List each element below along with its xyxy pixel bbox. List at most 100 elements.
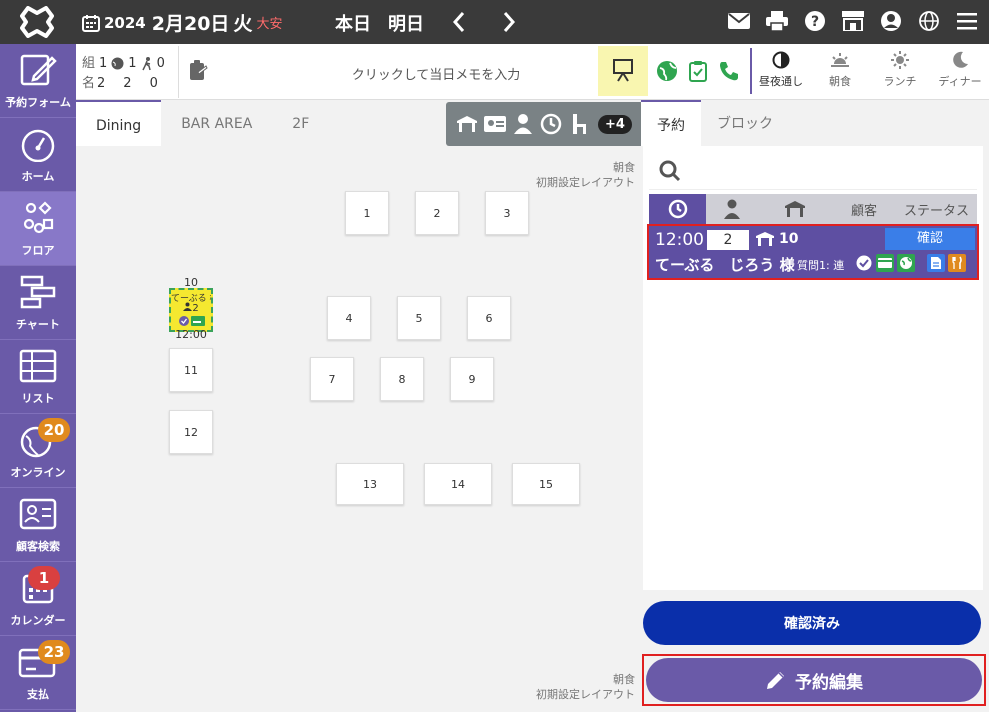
- table-10-reserved[interactable]: てーぶる 様 2: [169, 288, 213, 332]
- sidebar-item-customer-search[interactable]: 顧客検索: [0, 488, 76, 562]
- table-6[interactable]: 6: [467, 296, 511, 340]
- column-headers: 顧客 ステータス: [649, 194, 977, 224]
- sidebar-item-chart[interactable]: チャート: [0, 266, 76, 340]
- tab-breakfast[interactable]: 朝食: [810, 48, 870, 94]
- print-icon[interactable]: [765, 8, 789, 34]
- chevron-left-icon[interactable]: [450, 10, 468, 34]
- confirmed-button[interactable]: 確認済み: [643, 601, 981, 645]
- help-icon[interactable]: ?: [803, 8, 827, 34]
- sidebar-item-label: チャート: [16, 318, 60, 331]
- edit-reservation-button[interactable]: 予約編集: [646, 658, 982, 702]
- sidebar-item-label: 支払: [27, 688, 49, 701]
- reservation-list: 顧客 ステータス 12:00 2 10 確認 てーぶる じろう 様 質問1: 連: [643, 146, 983, 590]
- tab-dinner[interactable]: ディナー: [930, 48, 989, 94]
- display-filter-bar[interactable]: +4: [446, 102, 644, 146]
- tomorrow-button[interactable]: 明日: [388, 10, 424, 36]
- globe-icon[interactable]: [917, 8, 941, 34]
- clock-icon[interactable]: [540, 113, 562, 135]
- online-globe-icon[interactable]: [656, 60, 678, 82]
- svg-text:?: ?: [811, 14, 819, 30]
- channel-icons: [656, 60, 740, 82]
- header-actions: ?: [727, 8, 979, 34]
- status-header[interactable]: ステータス: [896, 194, 977, 224]
- reservation-time: 12:00: [655, 230, 704, 250]
- clipboard-icon[interactable]: [688, 60, 708, 82]
- table-13[interactable]: 13: [336, 463, 404, 505]
- reserved-party: 2: [171, 302, 211, 314]
- sort-party-header[interactable]: [706, 194, 758, 224]
- person-icon: [724, 199, 740, 219]
- groups-walkin: 0: [156, 56, 165, 71]
- table-2[interactable]: 2: [415, 191, 459, 235]
- sunrise-icon: [831, 53, 849, 67]
- tab-dining[interactable]: Dining: [76, 100, 162, 146]
- reserved-party-count: 2: [192, 303, 199, 314]
- sidebar-item-home[interactable]: ホーム: [0, 118, 76, 192]
- meal-tab-label: ディナー: [938, 75, 982, 88]
- mail-icon[interactable]: [727, 8, 751, 34]
- tab-reservations[interactable]: 予約: [641, 100, 701, 146]
- table-7[interactable]: 7: [310, 357, 354, 401]
- daily-memo-input[interactable]: クリックして当日メモを入力: [276, 64, 596, 83]
- sidebar-item-reservation-form[interactable]: 予約フォーム: [0, 44, 76, 118]
- table-5[interactable]: 5: [397, 296, 441, 340]
- table-icon[interactable]: [456, 113, 478, 135]
- presentation-toggle[interactable]: [598, 46, 648, 96]
- tab-block[interactable]: ブロック: [701, 100, 789, 146]
- id-card-icon[interactable]: [484, 113, 506, 135]
- status-badge[interactable]: 確認: [885, 228, 975, 250]
- layout-meal: 朝食: [613, 161, 635, 174]
- floor-map: Dining BAR AREA 2F +4 朝食 初期設定レイアウト 朝食 初期…: [76, 100, 728, 712]
- sidebar-item-payment[interactable]: 23 支払: [0, 636, 76, 710]
- person-icon[interactable]: [512, 113, 534, 135]
- edit-button-highlight: 予約編集: [642, 654, 986, 706]
- search-input[interactable]: [649, 150, 977, 190]
- table-15[interactable]: 15: [512, 463, 580, 505]
- table-9[interactable]: 9: [450, 357, 494, 401]
- easel-icon: [613, 59, 633, 82]
- table-12[interactable]: 12: [169, 410, 213, 454]
- table-14[interactable]: 14: [424, 463, 492, 505]
- table-3[interactable]: 3: [485, 191, 529, 235]
- store-icon[interactable]: [841, 8, 865, 34]
- date-display[interactable]: 2024 2月20日 火 大安: [82, 9, 282, 36]
- tab-2f[interactable]: 2F: [272, 100, 329, 146]
- table-8[interactable]: 8: [380, 357, 424, 401]
- today-button[interactable]: 本日: [335, 10, 371, 36]
- sidebar-item-label: 顧客検索: [16, 540, 60, 553]
- rokuyo: 大安: [256, 17, 283, 32]
- weekday: 火: [233, 13, 253, 35]
- sort-time-header[interactable]: [649, 194, 706, 224]
- chevron-right-icon[interactable]: [500, 10, 518, 34]
- search-icon: [659, 160, 681, 182]
- divider: [178, 46, 179, 98]
- phone-icon[interactable]: [718, 60, 740, 82]
- calendar-icon: [82, 14, 100, 32]
- tab-all-day[interactable]: 昼夜通し: [750, 48, 810, 94]
- menu-icon[interactable]: [955, 8, 979, 34]
- customer-header[interactable]: 顧客: [832, 194, 896, 224]
- sidebar: 予約フォーム ホーム フロア チャート リスト 20 オンライン 顧客検索 1 …: [0, 44, 76, 712]
- reservation-row[interactable]: 12:00 2 10 確認 てーぶる じろう 様 質問1: 連: [647, 224, 979, 280]
- reservation-table: 10: [755, 231, 798, 247]
- edit-reservation-label: 予約編集: [795, 672, 863, 692]
- table-11[interactable]: 11: [169, 348, 213, 392]
- table-1[interactable]: 1: [345, 191, 389, 235]
- sidebar-item-online[interactable]: 20 オンライン: [0, 414, 76, 488]
- more-filters-badge[interactable]: +4: [598, 114, 632, 134]
- table-icon: [785, 201, 805, 217]
- meal-tab-label: 昼夜通し: [759, 75, 803, 88]
- app-logo-icon[interactable]: [20, 6, 54, 38]
- sidebar-item-floor[interactable]: フロア: [0, 192, 76, 266]
- table-4[interactable]: 4: [327, 296, 371, 340]
- sort-table-header[interactable]: [758, 194, 832, 224]
- meal-tabs: 昼夜通し 朝食 ランチ ディナー: [750, 48, 989, 94]
- sidebar-item-list[interactable]: リスト: [0, 340, 76, 414]
- sidebar-item-calendar[interactable]: 1 カレンダー: [0, 562, 76, 636]
- tab-bar-area[interactable]: BAR AREA: [161, 100, 272, 146]
- sun-icon: [891, 51, 909, 69]
- account-icon[interactable]: [879, 8, 903, 34]
- sidebar-item-label: カレンダー: [10, 614, 66, 627]
- chair-icon[interactable]: [568, 113, 590, 135]
- tab-lunch[interactable]: ランチ: [870, 48, 930, 94]
